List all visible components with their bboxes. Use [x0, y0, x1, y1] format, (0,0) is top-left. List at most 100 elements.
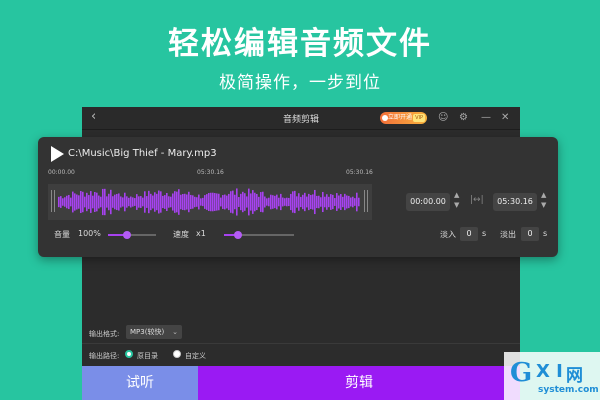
speed-value: x1	[196, 229, 206, 238]
fade-in-unit: s	[482, 229, 487, 238]
waveform-bar	[222, 195, 224, 209]
waveform-bar	[242, 191, 244, 213]
output-format-select[interactable]: MP3(较快) ⌄	[126, 325, 182, 339]
waveform-bar	[206, 194, 208, 210]
speed-slider[interactable]	[224, 231, 294, 239]
waveform-bar	[280, 193, 282, 211]
vip-tag: VIP	[413, 114, 425, 122]
waveform-bar	[172, 193, 174, 211]
waveform-bar	[260, 192, 262, 212]
window-title: 音频剪辑	[282, 115, 319, 125]
volume-slider[interactable]	[108, 231, 156, 239]
waveform-bar	[76, 194, 78, 210]
radio-original-dir[interactable]	[125, 350, 133, 358]
waveform-bar	[224, 194, 226, 210]
link-icon: |↔|	[470, 195, 484, 205]
waveform-bar	[258, 196, 260, 208]
waveform-bar	[166, 193, 168, 211]
waveform-bar	[188, 191, 190, 213]
waveform-bar	[276, 194, 278, 210]
file-path: C:\Music\Big Thief - Mary.mp3	[68, 148, 217, 159]
waveform-track[interactable]	[48, 184, 372, 220]
waveform-bar	[284, 198, 286, 206]
waveform-bar	[308, 193, 310, 211]
waveform-bar	[122, 197, 124, 207]
waveform-bar	[186, 194, 188, 210]
waveform-bar	[306, 196, 308, 208]
waveform-bar	[176, 191, 178, 213]
radio-custom[interactable]	[173, 350, 181, 358]
waveform-bar	[344, 193, 346, 211]
waveform-bar	[60, 196, 62, 208]
waveform-bar	[164, 195, 166, 209]
waveform-bar	[152, 195, 154, 209]
waveform-bar	[58, 196, 60, 208]
waveform-bar	[140, 196, 142, 208]
radio-custom-label: 自定义	[185, 352, 206, 360]
waveform-bar	[342, 196, 344, 208]
vip-badge[interactable]: 立即开通 VIP	[380, 112, 427, 124]
speed-label: 速度	[173, 230, 189, 239]
start-time-field[interactable]: 00:00.00	[406, 193, 450, 211]
trim-start-handle[interactable]	[51, 190, 55, 212]
waveform-bar	[350, 197, 352, 207]
waveform-bar	[156, 193, 158, 211]
waveform-bar	[146, 196, 148, 208]
fade-out-label: 淡出	[500, 230, 516, 239]
waveform-bar	[180, 194, 182, 210]
close-icon[interactable]: ✕	[501, 112, 509, 123]
waveform-bar	[282, 197, 284, 207]
waveform-bar	[170, 196, 172, 208]
waveform-bar	[294, 190, 296, 214]
waveform-bar	[286, 197, 288, 207]
gear-icon[interactable]: ⚙	[459, 112, 468, 123]
speed-slider-knob[interactable]	[234, 231, 242, 239]
try-listen-button[interactable]: 试听	[82, 366, 198, 400]
waveform-bar	[278, 197, 280, 207]
fade-in-field[interactable]: 0	[460, 227, 478, 241]
waveform-bar	[190, 194, 192, 210]
waveform-bar	[248, 188, 250, 216]
waveform-bar	[212, 192, 214, 212]
waveform-bar	[290, 193, 292, 211]
waveform-bar	[70, 197, 72, 207]
end-time-stepper[interactable]: ▲ ▼	[541, 190, 546, 210]
waveform-bar	[256, 193, 258, 211]
minimize-icon[interactable]: —	[481, 112, 491, 123]
waveform-bar	[110, 189, 112, 215]
timeline-tick-end: 05:30.16	[346, 169, 373, 176]
timeline-tick-mid: 05:30.16	[197, 169, 224, 176]
play-icon[interactable]	[51, 146, 64, 162]
waveform-bar	[96, 192, 98, 212]
waveform-bar	[150, 193, 152, 211]
waveform-bar	[332, 194, 334, 210]
fade-out-field[interactable]: 0	[521, 227, 539, 241]
waveform-bar	[296, 196, 298, 208]
start-time-stepper[interactable]: ▲ ▼	[454, 190, 459, 210]
waveform-bar	[138, 196, 140, 208]
end-time-field[interactable]: 05:30.16	[493, 193, 537, 211]
waveform-bar	[208, 193, 210, 211]
user-icon[interactable]: ☺	[438, 112, 448, 123]
waveform-bar	[304, 192, 306, 212]
waveform-bar	[90, 191, 92, 213]
cut-button[interactable]: 剪辑	[198, 366, 520, 400]
waveform-bar	[120, 196, 122, 208]
waveform-bar	[270, 194, 272, 210]
waveform-bar	[142, 197, 144, 207]
waveform-bar	[326, 194, 328, 210]
waveform-bar	[68, 194, 70, 210]
waveform-bar	[178, 189, 180, 215]
waveform-bar	[102, 188, 104, 216]
trim-end-handle[interactable]	[364, 190, 368, 212]
waveform-bar	[74, 193, 76, 211]
waveform-bar	[314, 189, 316, 215]
waveform-bar	[220, 197, 222, 207]
waveform-bar	[240, 193, 242, 211]
waveform-bar	[214, 193, 216, 211]
waveform-bar	[268, 197, 270, 207]
volume-slider-knob[interactable]	[123, 231, 132, 239]
waveform-bar	[72, 191, 74, 213]
waveform-bar	[204, 195, 206, 209]
waveform-bar	[62, 198, 64, 206]
